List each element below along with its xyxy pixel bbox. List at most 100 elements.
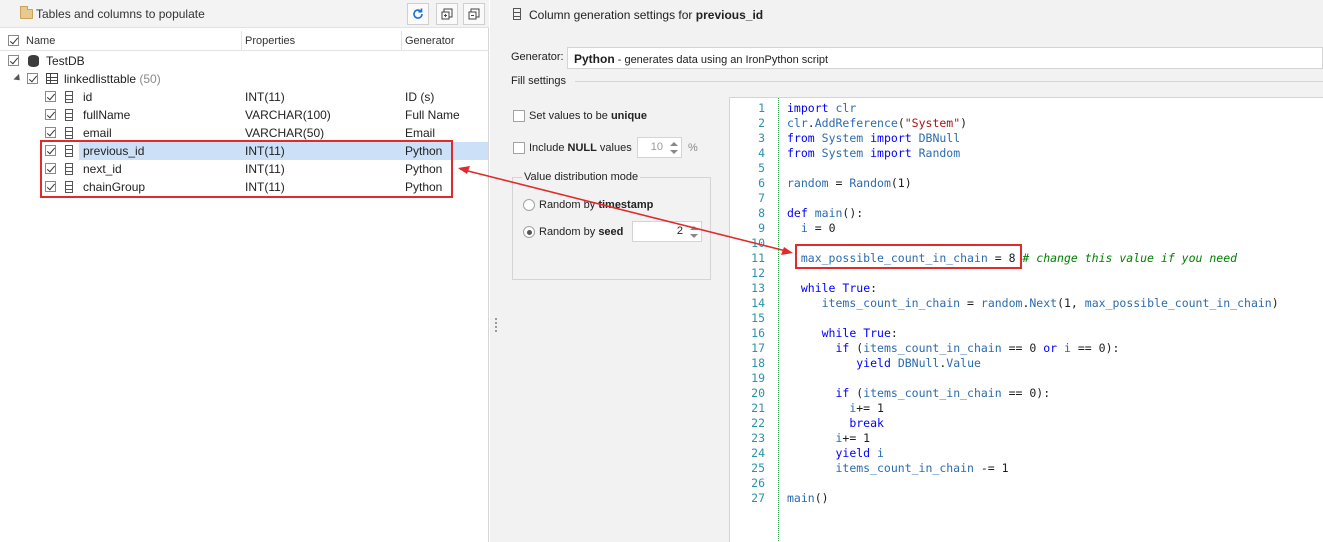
code-line: i+= 1: [835, 431, 871, 445]
column-name: fullName: [83, 108, 131, 122]
fill-settings-label: Fill settings: [511, 75, 567, 87]
include-null-checkbox[interactable]: [513, 142, 525, 154]
column-type: INT(11): [245, 90, 285, 104]
code-line: i = 0: [800, 221, 836, 235]
column-row-id[interactable]: id INT(11) ID (s): [0, 88, 489, 106]
highlight-box-columns: [40, 140, 453, 198]
code-line: import clr: [787, 101, 857, 115]
settings-header: Column generation settings for previous_…: [503, 0, 1323, 30]
line-number: 26: [751, 476, 765, 490]
line-number: 23: [751, 431, 765, 445]
line-number: 2: [758, 116, 765, 130]
include-null-label: Include NULL values: [529, 142, 632, 154]
column-checkbox[interactable]: [45, 127, 56, 138]
folder-icon: [20, 6, 33, 19]
column-generator: Email: [405, 126, 436, 140]
column-checkbox[interactable]: [45, 109, 56, 120]
column-icon: [65, 109, 73, 121]
code-line: yield DBNull.Value: [856, 356, 981, 370]
database-icon: [28, 55, 39, 67]
code-line: main(): [787, 491, 829, 505]
panel-title: Tables and columns to populate: [36, 7, 205, 21]
code-line: from System import Random: [787, 146, 961, 160]
panel-header: Tables and columns to populate: [0, 0, 489, 28]
line-number: 14: [751, 296, 765, 310]
random-seed-label: Random by seed: [539, 226, 624, 238]
table-node[interactable]: linkedlisttable (50): [0, 70, 489, 88]
divider: [575, 81, 1323, 82]
generator-description: - generates data using an IronPython scr…: [614, 54, 829, 66]
line-number: 27: [751, 491, 765, 505]
line-number: 3: [758, 131, 765, 145]
unique-checkbox[interactable]: [513, 110, 525, 122]
code-line: items_count_in_chain = random.Next(1, ma…: [821, 296, 1279, 310]
line-number: 5: [758, 161, 765, 175]
database-name: TestDB: [46, 54, 85, 68]
line-number: 8: [758, 206, 765, 220]
table-icon: [46, 73, 58, 84]
line-number: 10: [751, 236, 765, 250]
line-number: 19: [751, 371, 765, 385]
generator-select[interactable]: Python - generates data using an IronPyt…: [567, 47, 1323, 69]
line-number: 17: [751, 341, 765, 355]
collapse-all-icon: [468, 8, 480, 20]
column-name: id: [83, 90, 93, 104]
settings-title: Column generation settings for previous_…: [529, 8, 764, 22]
column-icon: [513, 8, 521, 20]
generator-column-header[interactable]: Generator: [405, 35, 455, 47]
panel-splitter[interactable]: [490, 0, 503, 542]
line-number: 24: [751, 446, 765, 460]
select-all-checkbox[interactable]: [8, 35, 19, 46]
table-checkbox[interactable]: [27, 73, 38, 84]
expand-icon[interactable]: [13, 73, 23, 84]
refresh-icon: [413, 8, 423, 19]
random-timestamp-radio[interactable]: [523, 199, 535, 211]
code-line: clr.AddReference("System"): [787, 116, 968, 130]
code-line: yield i: [835, 446, 884, 460]
line-number: 15: [751, 311, 765, 325]
line-number: 16: [751, 326, 765, 340]
code-line: i+= 1: [849, 401, 884, 415]
column-checkbox[interactable]: [45, 91, 56, 102]
distribution-title: Value distribution mode: [522, 171, 641, 183]
line-number: 6: [758, 176, 765, 190]
percent-label: %: [688, 142, 698, 154]
expand-all-icon: [441, 8, 453, 20]
tables-columns-panel: Tables and columns to populate Name Prop…: [0, 0, 489, 542]
collapse-all-button[interactable]: [463, 3, 485, 25]
code-line: while True:: [800, 281, 878, 295]
code-line: while True:: [821, 326, 898, 340]
code-line: def main():: [787, 206, 864, 220]
line-number-gutter: 1 2 3 4 5 6 7 8 9 10 11 12 13 14 15 16 17 18 19 20 21 22 23 24 2…: [730, 98, 779, 542]
line-number: 7: [758, 191, 765, 205]
line-number: 20: [751, 386, 765, 400]
properties-column-header[interactable]: Properties: [245, 35, 295, 47]
name-column-header[interactable]: Name: [26, 35, 55, 47]
code-line: break: [849, 416, 884, 430]
column-name: email: [83, 126, 112, 140]
line-number: 4: [758, 146, 765, 160]
expand-all-button[interactable]: [436, 3, 458, 25]
line-number: 22: [751, 416, 765, 430]
row-count: (50): [139, 72, 161, 86]
line-number: 1: [758, 101, 765, 115]
database-node[interactable]: TestDB: [0, 52, 489, 70]
column-row-fullName[interactable]: fullName VARCHAR(100) Full Name: [0, 106, 489, 124]
null-percent-input[interactable]: 10: [637, 137, 682, 158]
seed-input[interactable]: 2: [632, 221, 702, 242]
column-type: VARCHAR(50): [245, 126, 325, 140]
code-line: if (items_count_in_chain == 0):: [835, 386, 1051, 400]
refresh-button[interactable]: [407, 3, 429, 25]
spin-arrows-icon[interactable]: [669, 140, 679, 156]
random-seed-radio[interactable]: [523, 226, 535, 238]
column-type: VARCHAR(100): [245, 108, 331, 122]
line-number: 12: [751, 266, 765, 280]
code-line: items_count_in_chain -= 1: [835, 461, 1009, 475]
spin-arrows-icon[interactable]: [689, 224, 699, 240]
database-checkbox[interactable]: [8, 55, 19, 66]
line-number: 18: [751, 356, 765, 370]
python-script-editor[interactable]: 1 2 3 4 5 6 7 8 9 10 11 12 13 14 15 16 17 18 19 20 21 22 23 24 2…: [729, 97, 1323, 542]
line-number: 25: [751, 461, 765, 475]
column-generator: Full Name: [405, 108, 460, 122]
value-distribution-group: Value distribution mode Random by timest…: [512, 171, 711, 280]
